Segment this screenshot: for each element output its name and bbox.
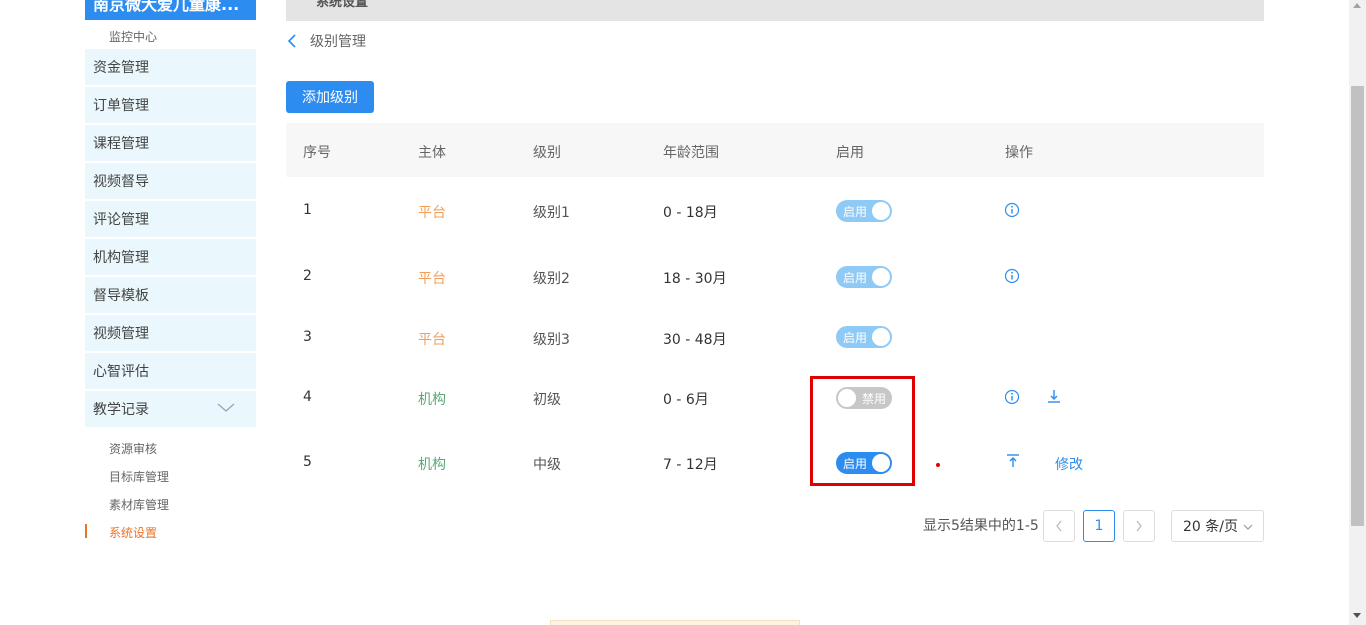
- switch-knob: [872, 328, 890, 346]
- sidebar-item-teaching-records[interactable]: 教学记录: [85, 391, 256, 427]
- column-header-level: 级别: [533, 145, 561, 161]
- bottom-notice-strip: [550, 620, 800, 625]
- vertical-scrollbar[interactable]: [1349, 0, 1366, 625]
- column-header-age-range: 年龄范围: [663, 145, 719, 161]
- sidebar-item-video-supervision[interactable]: 视频督导: [85, 163, 256, 199]
- row4-no: 4: [303, 389, 312, 405]
- page-size-value: 20 条/页: [1183, 519, 1238, 535]
- row1-level: 级别1: [533, 205, 570, 221]
- row2-no: 2: [303, 268, 312, 284]
- row4-age: 0 - 6月: [663, 392, 709, 408]
- switch-label: 启用: [843, 205, 868, 219]
- row5-no: 5: [303, 454, 312, 470]
- highlight-annotation: [810, 376, 915, 486]
- row2-enable-switch[interactable]: 启用: [836, 266, 892, 288]
- row5-subject: 机构: [418, 457, 446, 473]
- annotation-dot: [936, 463, 940, 467]
- sidebar-item-supervision-templates[interactable]: 督导模板: [85, 277, 256, 313]
- page-header: 系统设置: [286, 0, 1264, 21]
- row2-level: 级别2: [533, 271, 570, 287]
- page-button-1[interactable]: 1: [1083, 510, 1115, 542]
- sidebar-item-monitor[interactable]: 监控中心: [109, 28, 157, 45]
- sidebar-subitem-system-settings[interactable]: 系统设置: [109, 524, 157, 541]
- row3-age: 30 - 48月: [663, 332, 727, 348]
- switch-knob: [872, 268, 890, 286]
- chevron-left-icon: [1056, 520, 1062, 532]
- next-page-button[interactable]: [1123, 510, 1155, 542]
- sidebar-item-institutions[interactable]: 机构管理: [85, 239, 256, 275]
- prev-page-button[interactable]: [1043, 510, 1075, 542]
- move-down-icon[interactable]: [1046, 388, 1062, 404]
- sidebar-subitem-material-library[interactable]: 素材库管理: [109, 496, 169, 513]
- page-title: 系统设置: [316, 0, 369, 10]
- row1-age: 0 - 18月: [663, 205, 718, 221]
- row4-level: 初级: [533, 392, 561, 408]
- sidebar-subitem-resource-review[interactable]: 资源审核: [109, 440, 157, 457]
- sidebar-item-courses[interactable]: 课程管理: [85, 125, 256, 161]
- sidebar: 南京微大爱儿童康... 监控中心 资金管理 订单管理 课程管理 视频督导 评论管…: [85, 0, 256, 625]
- scroll-down-arrow-icon[interactable]: [1353, 613, 1361, 618]
- row1-enable-switch[interactable]: 启用: [836, 200, 892, 222]
- sidebar-item-orders[interactable]: 订单管理: [85, 87, 256, 123]
- sidebar-item-mental-assessment[interactable]: 心智评估: [85, 353, 256, 389]
- column-header-no: 序号: [303, 145, 331, 161]
- row1-no: 1: [303, 202, 312, 218]
- column-header-actions: 操作: [1005, 145, 1033, 161]
- sidebar-item-label: 教学记录: [93, 402, 149, 418]
- page-size-select[interactable]: 20 条/页: [1171, 510, 1264, 542]
- row2-subject: 平台: [418, 271, 446, 287]
- add-level-button[interactable]: 添加级别: [286, 81, 374, 113]
- pagination-info: 显示5结果中的1-5: [923, 518, 1039, 534]
- info-icon[interactable]: [1004, 389, 1020, 405]
- row5-edit-link[interactable]: 修改: [1055, 454, 1083, 474]
- sidebar-item-videos[interactable]: 视频管理: [85, 315, 256, 351]
- row4-subject: 机构: [418, 392, 446, 408]
- column-header-subject: 主体: [418, 145, 446, 161]
- row5-level: 中级: [533, 457, 561, 473]
- brand-name: 南京微大爱儿童康...: [93, 0, 240, 14]
- back-arrow-icon[interactable]: [286, 34, 298, 48]
- sidebar-item-funds[interactable]: 资金管理: [85, 49, 256, 85]
- chevron-down-icon: [217, 403, 235, 412]
- row1-subject: 平台: [418, 205, 446, 221]
- row3-level: 级别3: [533, 332, 570, 348]
- scroll-thumb[interactable]: [1351, 86, 1364, 526]
- brand-header[interactable]: 南京微大爱儿童康...: [85, 0, 256, 20]
- row3-no: 3: [303, 329, 312, 345]
- active-indicator: [85, 524, 87, 538]
- info-icon[interactable]: [1004, 268, 1020, 284]
- table-header: 序号 主体 级别 年龄范围 启用 操作: [286, 123, 1264, 177]
- scroll-up-arrow-icon[interactable]: [1353, 3, 1361, 8]
- breadcrumb[interactable]: 级别管理: [286, 31, 366, 51]
- chevron-right-icon: [1136, 520, 1142, 532]
- switch-label: 启用: [843, 331, 868, 345]
- info-icon[interactable]: [1004, 202, 1020, 218]
- sidebar-subitem-goal-library[interactable]: 目标库管理: [109, 468, 169, 485]
- switch-knob: [872, 202, 890, 220]
- row3-subject: 平台: [418, 332, 446, 348]
- row5-age: 7 - 12月: [663, 457, 718, 473]
- breadcrumb-label: 级别管理: [310, 34, 366, 50]
- sidebar-item-comments[interactable]: 评论管理: [85, 201, 256, 237]
- move-up-icon[interactable]: [1005, 453, 1021, 469]
- row3-enable-switch[interactable]: 启用: [836, 326, 892, 348]
- switch-label: 启用: [843, 271, 868, 285]
- column-header-enabled: 启用: [836, 145, 864, 161]
- chevron-down-icon: [1243, 524, 1253, 530]
- row2-age: 18 - 30月: [663, 271, 727, 287]
